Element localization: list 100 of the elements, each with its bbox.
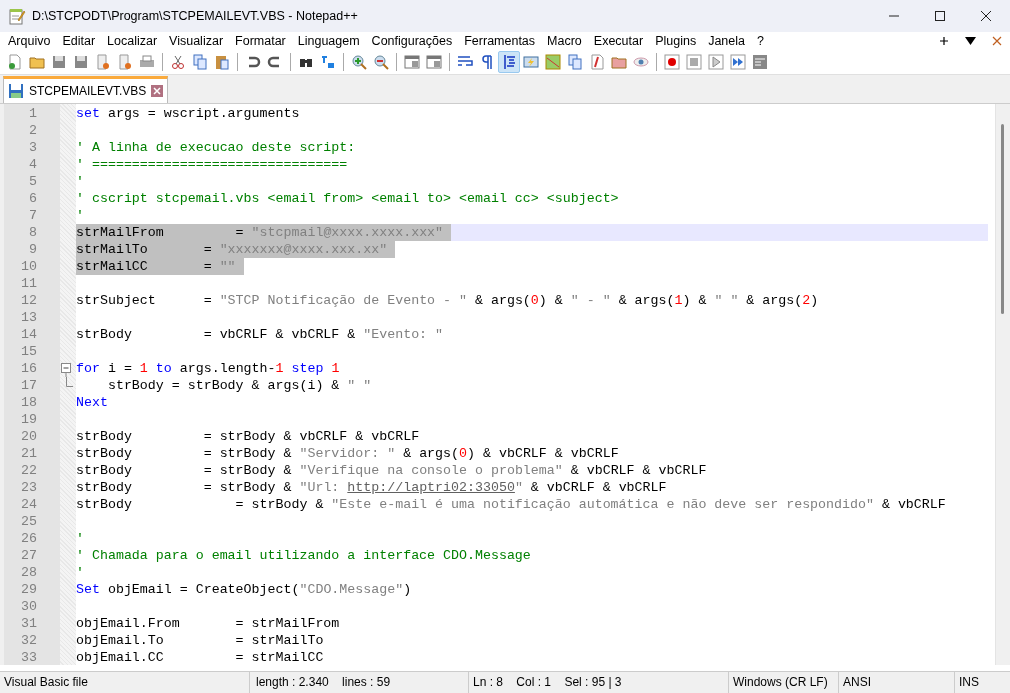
line-number: 5 [28, 174, 38, 189]
zoom-in-icon [351, 54, 367, 70]
scissors-icon [170, 54, 186, 70]
code-line: objEmail.To = strMailTo [76, 632, 325, 649]
printer-icon [139, 54, 155, 70]
menu-item[interactable]: Arquivo [2, 34, 57, 48]
line-number: 25 [20, 514, 38, 529]
menu-item[interactable]: ? [751, 34, 770, 48]
menu-item[interactable]: Localizar [101, 34, 164, 48]
code-line: strBody = vbCRLF & vbCRLF & "Evento: " [76, 326, 445, 343]
triangle-down-icon[interactable] [965, 36, 976, 46]
lightning-window-icon [523, 54, 539, 70]
code-line: objEmail.From = strMailFrom [76, 615, 341, 632]
line-number: 3 [28, 140, 38, 155]
menu-item[interactable]: Linguagem [291, 34, 366, 48]
line-number: 32 [20, 633, 38, 648]
line-number: 27 [20, 548, 38, 563]
code-line: strBody = strBody & "Servidor: " & args(0) & vbCRLF & vbCRLF [76, 445, 620, 462]
new-file-icon [7, 54, 23, 70]
code-line: ' ================================ [76, 156, 349, 173]
menu-item[interactable]: Formatar [229, 34, 292, 48]
menu-item[interactable]: Janela [702, 34, 751, 48]
line-number: 9 [28, 242, 38, 257]
line-number: 14 [20, 327, 38, 342]
window-sync-icon [426, 54, 442, 70]
folder-icon [29, 54, 45, 70]
code-line: ' [76, 207, 85, 224]
file-tab[interactable]: STCPEMAILEVT.VBS [3, 76, 169, 103]
code-line: ' [76, 530, 85, 547]
plus-icon[interactable] [939, 36, 949, 46]
code-line: strSubject = "STCP Notificação de Evento - " & args(0) & " - " & args(1) & " " & args(2) [76, 292, 820, 309]
code-line: ' Chamada para o email utilizando a interface CDO.Message [76, 547, 532, 564]
fold-end-line [66, 377, 73, 387]
window-sync-icon [404, 54, 420, 70]
clipboard-icon [214, 54, 230, 70]
menu-item[interactable]: Plugins [649, 34, 703, 48]
code-line: set args = wscript.arguments [76, 105, 301, 122]
line-number: 6 [28, 191, 38, 206]
line-number: 31 [20, 616, 38, 631]
fast-forward-icon [730, 54, 746, 70]
line-number: 29 [20, 582, 38, 597]
code-line: strBody = strBody & vbCRLF & vbCRLF [76, 428, 421, 445]
status-field: Ln : 8 Col : 1 Sel : 95 | 3 [469, 672, 729, 693]
function-list-icon [589, 54, 605, 70]
line-number: 10 [20, 259, 38, 274]
line-number: 18 [20, 395, 38, 410]
maximize-icon[interactable] [934, 10, 946, 22]
menu-item[interactable]: Ferramentas [458, 34, 542, 48]
line-number: 11 [20, 276, 38, 291]
line-number: 33 [20, 650, 38, 665]
pilcrow-icon [479, 54, 495, 70]
play-icon [708, 54, 724, 70]
notepad-icon [8, 7, 26, 25]
line-number: 15 [20, 344, 38, 359]
line-number: 19 [20, 412, 38, 427]
line-number: 7 [28, 208, 38, 223]
line-number: 12 [20, 293, 38, 308]
menu-item[interactable]: Executar [587, 34, 650, 48]
line-number: 20 [20, 429, 38, 444]
zoom-out-icon [373, 54, 389, 70]
code-line: ' cscript stcpemail.vbs <email from> <email to> <email cc> <subject> [76, 190, 620, 207]
indent-guide-icon [501, 54, 517, 70]
line-number: 26 [20, 531, 38, 546]
document-close-icon [95, 54, 111, 70]
save-macro-icon [752, 54, 768, 70]
status-field: Windows (CR LF) [729, 672, 839, 693]
line-number: 22 [20, 463, 38, 478]
documents-close-icon [117, 54, 133, 70]
copy-icon [192, 54, 208, 70]
line-number: 23 [20, 480, 38, 495]
record-icon [664, 54, 680, 70]
eye-icon [633, 54, 649, 70]
code-line: strBody = strBody & args(i) & " " [106, 377, 373, 394]
menu-item[interactable]: Macro [541, 34, 588, 48]
window-title: D:\STCPODT\Program\STCPEMAILEVT.VBS - Notepad++ [32, 9, 358, 23]
line-number: 13 [20, 310, 38, 325]
line-number: 16 [20, 361, 38, 376]
folder-icon [611, 54, 627, 70]
replace-icon [320, 54, 336, 70]
code-line: ' [76, 173, 85, 190]
fold-marker-icon[interactable] [60, 360, 73, 377]
line-number: 4 [28, 157, 38, 172]
line-number: 30 [20, 599, 38, 614]
scrollbar-thumb[interactable] [1001, 124, 1004, 314]
code-line: ' [76, 564, 85, 581]
status-field: Visual Basic file [0, 672, 250, 693]
code-line: strBody = strBody & "Este e-mail é uma notificação automática e não deve ser respondido" & vbCRLF [76, 496, 947, 513]
menu-item[interactable]: Editar [56, 34, 102, 48]
close-icon[interactable] [980, 10, 992, 22]
code-line: strBody = strBody & "Verifique na console o problema" & vbCRLF & vbCRLF [76, 462, 708, 479]
menu-item[interactable]: Configurações [365, 34, 459, 48]
menu-item[interactable]: Visualizar [163, 34, 230, 48]
stop-icon [686, 54, 702, 70]
map-icon [545, 54, 561, 70]
code-line: Next [76, 394, 109, 411]
scrollbar[interactable] [995, 104, 1010, 665]
line-number: 24 [20, 497, 38, 512]
status-field: INS [955, 672, 983, 693]
line-number: 17 [20, 378, 38, 393]
line-number: 28 [20, 565, 38, 580]
